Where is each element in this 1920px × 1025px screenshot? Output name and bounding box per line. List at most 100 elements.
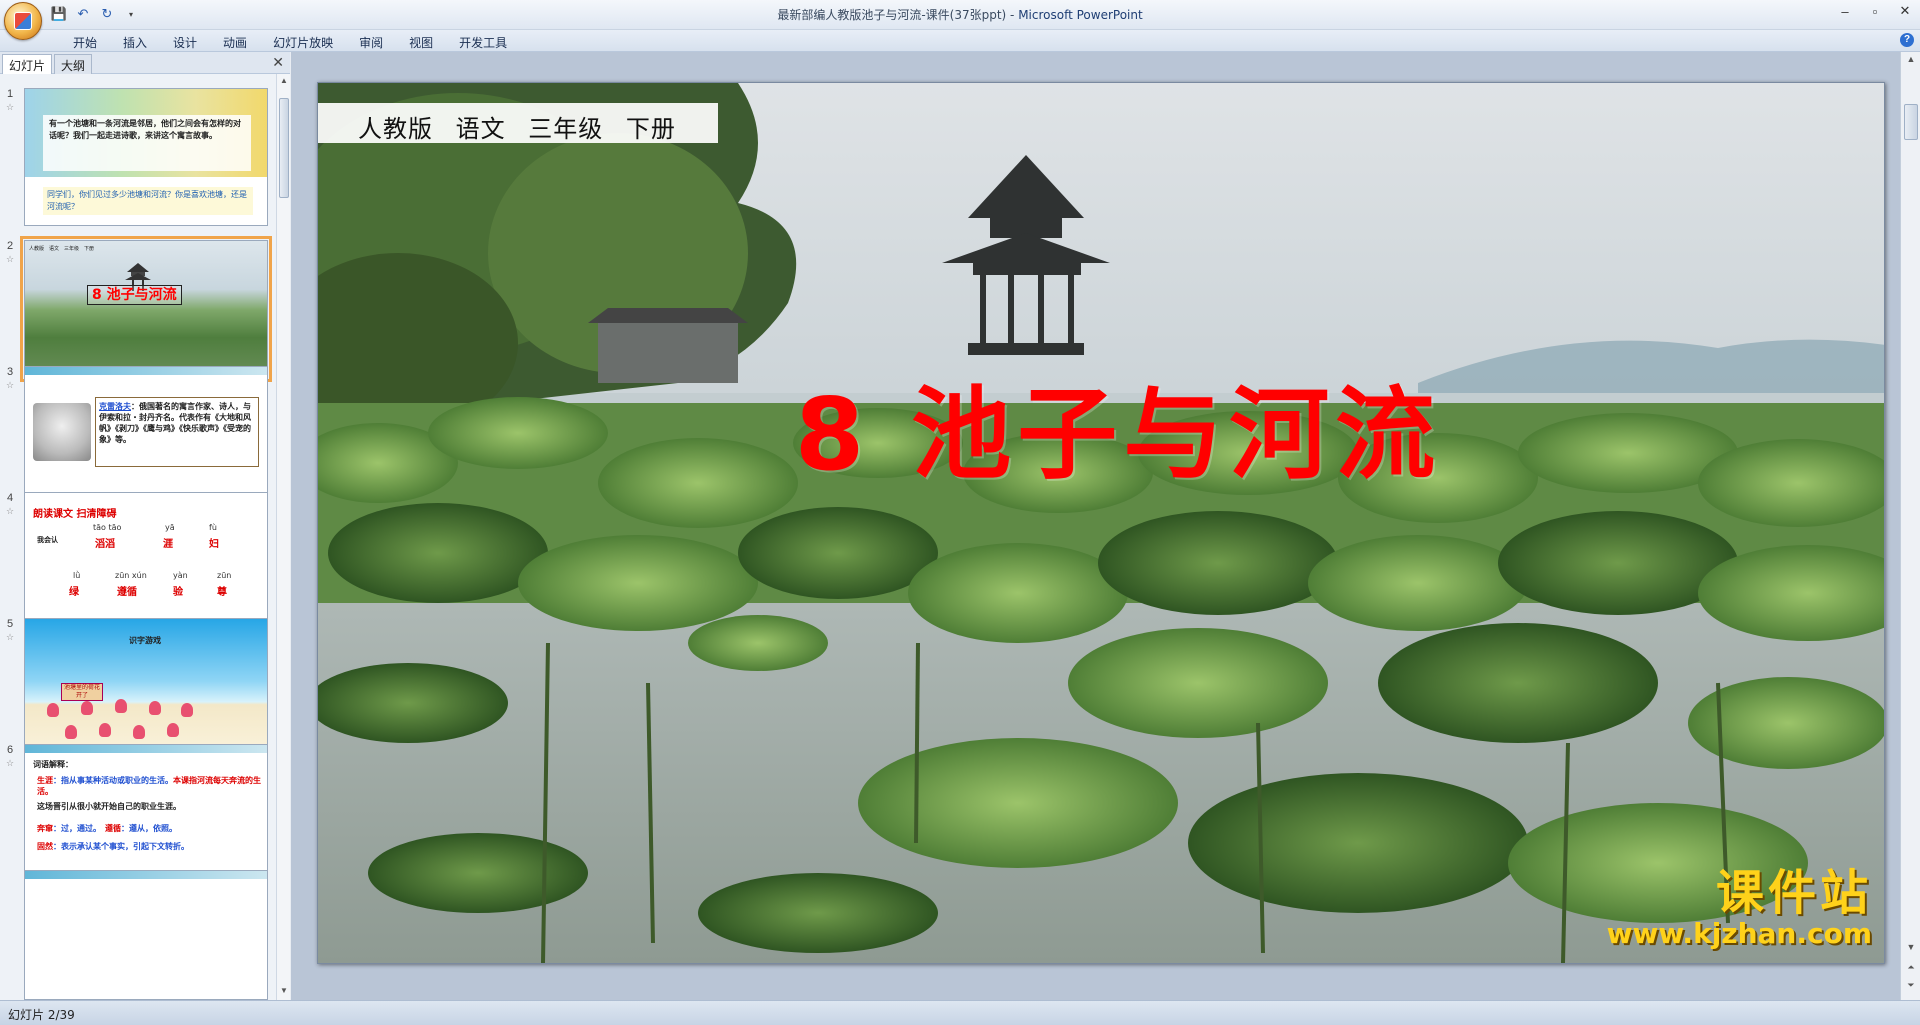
maximize-button[interactable]: ▫ (1860, 0, 1890, 22)
flower-icon (181, 703, 193, 717)
panel-close-icon[interactable]: ✕ (272, 54, 284, 71)
term: 固然 (37, 841, 53, 851)
thumbnail-top-bar (25, 871, 267, 879)
title-separator: - (1006, 8, 1019, 22)
animation-star-icon: ☆ (6, 254, 15, 264)
thumbnail-list: 1 ☆ 有一个池塘和一条河流是邻居，他们之间会有怎样的对话呢？我们一起走进诗歌，… (0, 74, 274, 1000)
slide-scrollbar[interactable]: ▲ ▼ ⏶ ⏷ (1900, 52, 1920, 1000)
help-icon[interactable]: ? (1900, 33, 1914, 47)
character: 滔滔 (95, 539, 115, 550)
tab-design[interactable]: 设计 (160, 32, 210, 53)
tab-animations[interactable]: 动画 (210, 32, 260, 53)
thumbnail-row-6: 6 ☆ 词语解释： 生涯：指从事某种活动或职业的生活。本课指河流每天奔流的生活。… (0, 744, 274, 884)
thumbnail-row-5: 5 ☆ 识字游戏 池塘里的荷花开了 (0, 618, 274, 758)
flower-icon (99, 723, 111, 737)
tab-review[interactable]: 审阅 (346, 32, 396, 53)
tab-home[interactable]: 开始 (60, 32, 110, 53)
current-slide[interactable]: 人教版 语文 三年级 下册 8 池子与河流 课件站 www.kjzhan.com (317, 82, 1885, 964)
definition: ：指从事某种活动或职业的生活。 (53, 775, 173, 785)
thumbnail-title: 识字游戏 (129, 636, 161, 645)
definition-line: 奔窜：过，通过。 遵循：遵从，依照。 (37, 823, 262, 834)
next-slide-icon[interactable]: ⏷ (1904, 980, 1918, 994)
thumbnail-row-2: 2 ☆ 人教版 语文 三年级 下册 8 池子与河流 (0, 236, 274, 382)
thumbnail-number: 3 (7, 366, 14, 378)
scroll-thumb[interactable] (1904, 104, 1918, 140)
thumbnail-header: 人教版 语文 三年级 下册 (29, 246, 95, 252)
previous-slide-icon[interactable]: ⏶ (1904, 962, 1918, 976)
character: 绿 (69, 587, 79, 598)
slide-thumbnail-3[interactable]: 克雷洛夫：俄国著名的寓言作家、诗人，与伊索和拉・封丹齐名。代表作有《大地和风帆》… (24, 366, 268, 504)
scroll-up-icon[interactable]: ▲ (278, 76, 290, 88)
thumbnail-row-3: 3 ☆ 克雷洛夫：俄国著名的寓言作家、诗人，与伊索和拉・封丹齐名。代表作有《大地… (0, 366, 274, 506)
slide-title[interactable]: 8 池子与河流 (708, 353, 1528, 498)
slide-counter: 幻灯片 2/39 (8, 1008, 75, 1022)
window-title: 最新部编人教版池子与河流-课件(37张ppt) - Microsoft Powe… (0, 6, 1920, 23)
thumbnail-row-4: 4 ☆ 朗读课文 扫清障碍 我会认 tāo tāo 滔滔 yā 涯 fù 妇 l… (0, 492, 274, 632)
thumbnail-scrollbar[interactable]: ▲ ▼ (276, 74, 290, 1000)
slide-thumbnail-7[interactable] (24, 870, 268, 1000)
thumbnail-label: 我会认 (37, 537, 58, 544)
character: 验 (173, 587, 183, 598)
author-name: 克雷洛夫 (99, 401, 131, 411)
slide-thumbnail-5[interactable]: 识字游戏 池塘里的荷花开了 (24, 618, 268, 756)
thumbnail-number: 5 (7, 618, 14, 630)
thumbnail-text: 有一个池塘和一条河流是邻居，他们之间会有怎样的对话呢？我们一起走进诗歌，来讲这个… (43, 115, 251, 171)
close-button[interactable]: ✕ (1890, 0, 1920, 22)
slide-thumbnail-1[interactable]: 有一个池塘和一条河流是邻居，他们之间会有怎样的对话呢？我们一起走进诗歌，来讲这个… (24, 88, 268, 226)
thumbnail-number: 2 (7, 240, 14, 252)
thumbnail-top-bar (25, 745, 267, 753)
app-name: Microsoft PowerPoint (1018, 8, 1143, 22)
definition: ：表示承认某个事实，引起下文转折。 (53, 841, 189, 851)
title-bar: 💾 ↶ ↻ ▾ 最新部编人教版池子与河流-课件(37张ppt) - Micros… (0, 0, 1920, 40)
character: 涯 (163, 539, 173, 550)
thumbnail-number: 1 (7, 88, 14, 100)
pinyin: fù (209, 523, 217, 532)
office-button[interactable] (4, 2, 42, 40)
slide-thumbnail-6[interactable]: 词语解释： 生涯：指从事某种活动或职业的生活。本课指河流每天奔流的生活。 这场晋… (24, 744, 268, 882)
thumbnail-heading: 朗读课文 扫清障碍 (33, 509, 117, 520)
character: 尊 (217, 587, 227, 598)
example: 这场晋引从很小就开始自己的职业生涯。 (37, 801, 181, 811)
animation-star-icon: ☆ (6, 758, 15, 768)
scroll-down-icon[interactable]: ▼ (1904, 942, 1918, 956)
animation-star-icon: ☆ (6, 632, 15, 642)
scroll-up-icon[interactable]: ▲ (1904, 54, 1918, 68)
tab-slides[interactable]: 幻灯片 (2, 54, 53, 74)
pinyin: zūn (217, 571, 232, 580)
tab-outline[interactable]: 大纲 (54, 54, 93, 74)
flower-icon (47, 703, 59, 717)
scroll-down-icon[interactable]: ▼ (278, 986, 290, 998)
thumbnail-title: 8 池子与河流 (87, 285, 182, 305)
tab-slideshow[interactable]: 幻灯片放映 (260, 32, 346, 53)
animation-star-icon: ☆ (6, 102, 15, 112)
thumbnail-background (25, 241, 267, 377)
pinyin: tāo tāo (93, 523, 122, 532)
flower-icon (167, 723, 179, 737)
slide-thumbnail-2[interactable]: 人教版 语文 三年级 下册 8 池子与河流 (20, 236, 272, 382)
slide-background-photo (318, 83, 1884, 963)
term: 生涯 (37, 775, 53, 785)
definition: ：过，通过。 (53, 823, 97, 833)
flower-icon (115, 699, 127, 713)
thumbnail-row-1: 1 ☆ 有一个池塘和一条河流是邻居，他们之间会有怎样的对话呢？我们一起走进诗歌，… (0, 88, 274, 228)
document-title: 最新部编人教版池子与河流-课件(37张ppt) (777, 8, 1007, 22)
pinyin: lǜ (73, 571, 81, 580)
minimize-button[interactable]: – (1830, 0, 1860, 22)
window-controls: – ▫ ✕ (1830, 0, 1920, 22)
office-logo-icon (14, 12, 32, 30)
thumbnail-number: 6 (7, 744, 14, 756)
tab-developer[interactable]: 开发工具 (446, 32, 520, 53)
flower-icon (81, 701, 93, 715)
slide-header[interactable]: 人教版 语文 三年级 下册 (358, 109, 676, 144)
tab-insert[interactable]: 插入 (110, 32, 160, 53)
animation-star-icon: ☆ (6, 380, 15, 390)
flower-icon (149, 701, 161, 715)
thumbnail-top-bar (25, 367, 267, 375)
definition-line: 生涯：指从事某种活动或职业的生活。本课指河流每天奔流的生活。 (37, 775, 262, 797)
scroll-thumb[interactable] (279, 98, 289, 198)
thumbnail-sign: 池塘里的荷花开了 (61, 683, 103, 701)
tab-view[interactable]: 视图 (396, 32, 446, 53)
slide-thumbnail-4[interactable]: 朗读课文 扫清障碍 我会认 tāo tāo 滔滔 yā 涯 fù 妇 lǜ 绿 … (24, 492, 268, 630)
example-line: 这场晋引从很小就开始自己的职业生涯。 (37, 801, 262, 812)
animation-star-icon: ☆ (6, 506, 15, 516)
